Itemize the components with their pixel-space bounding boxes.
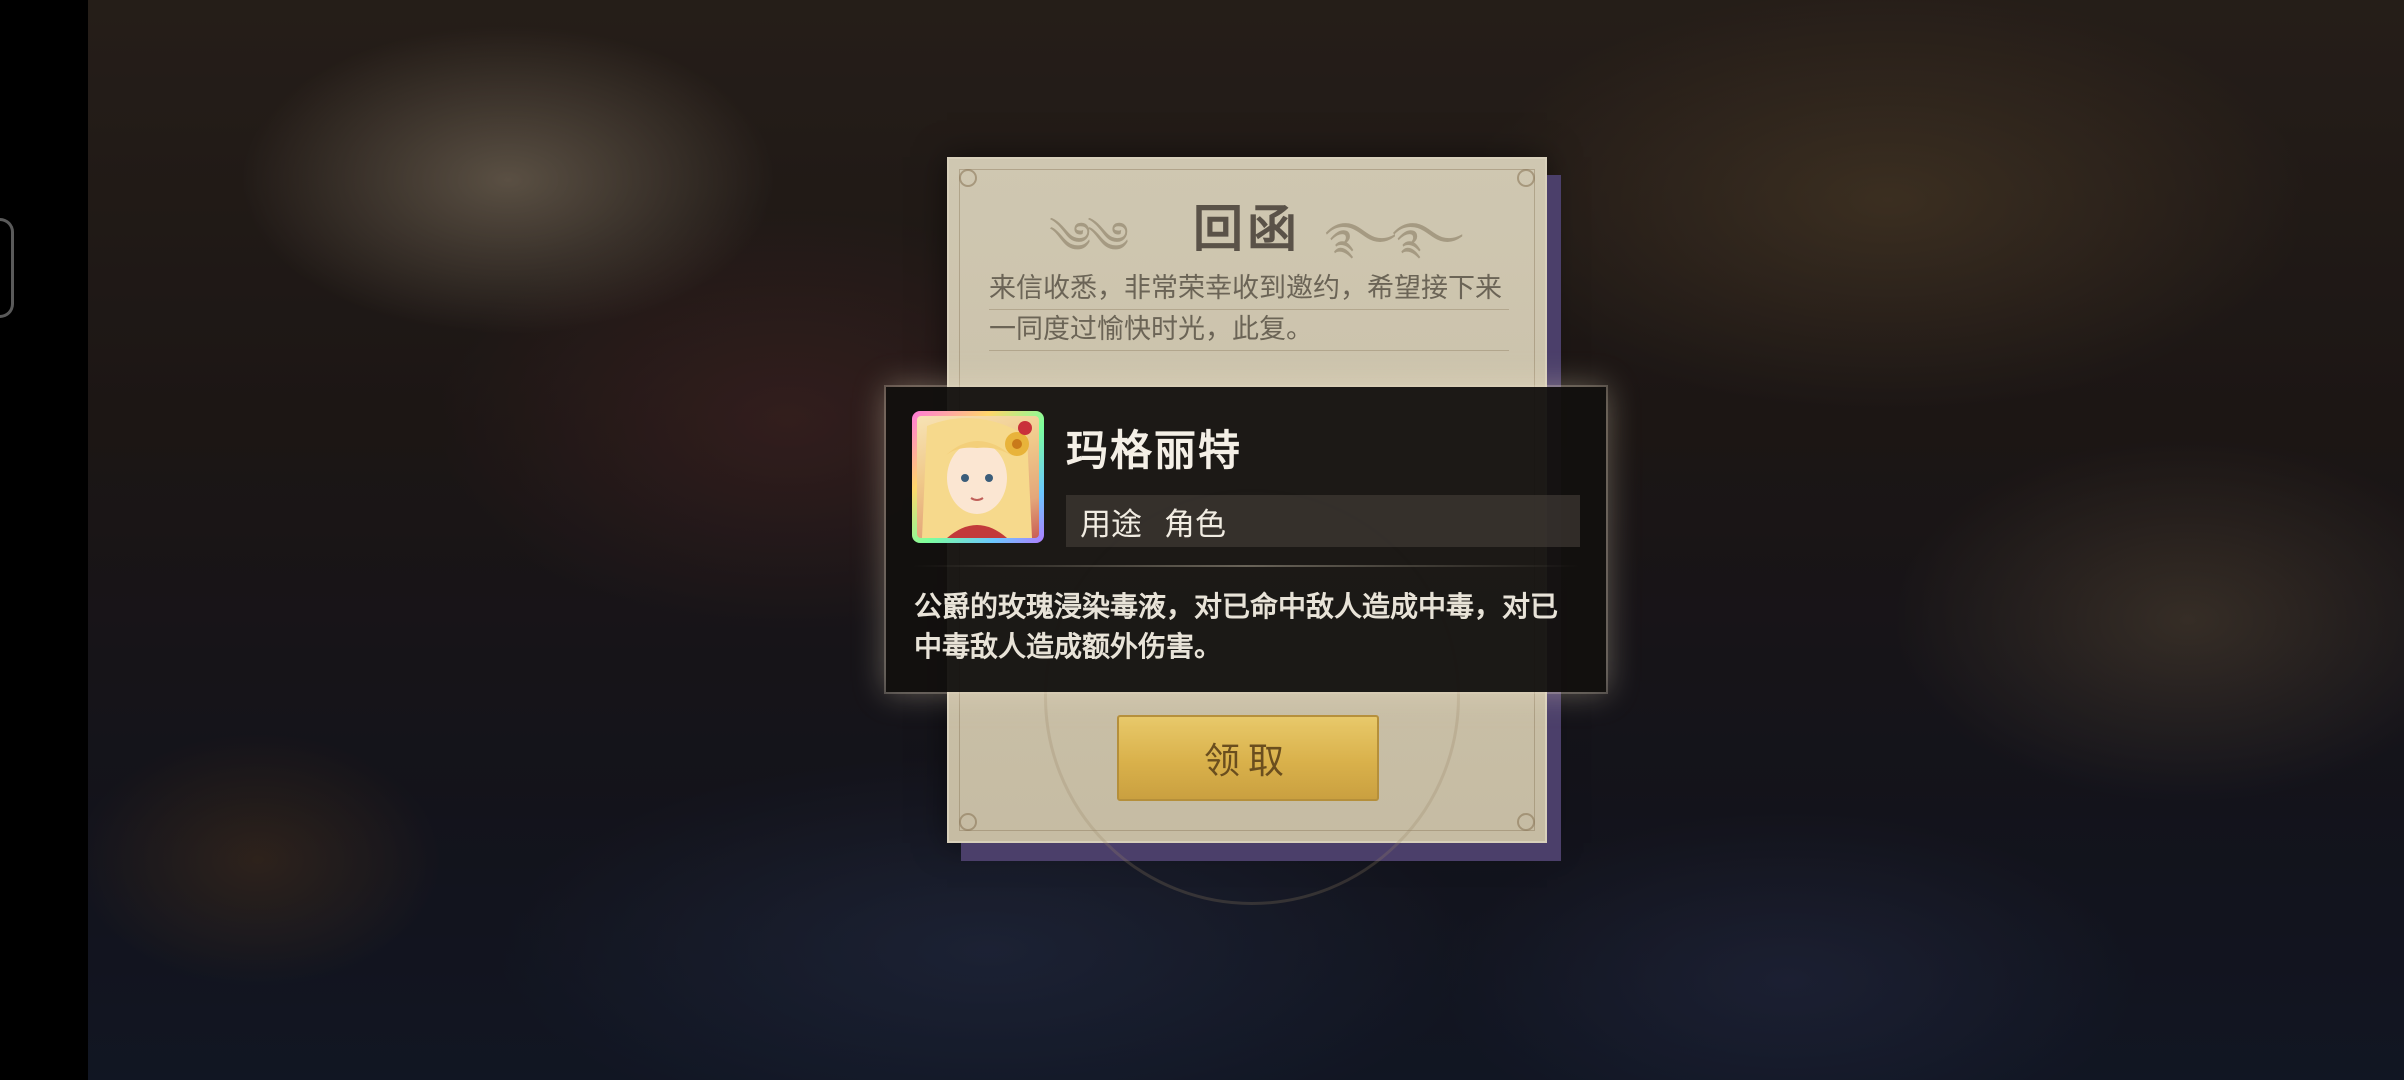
- usage-row: 用途 角色: [1066, 495, 1580, 547]
- divider: [912, 565, 1580, 567]
- letter-body-line: 来信收悉，非常荣幸收到邀约，希望接下来: [989, 269, 1509, 310]
- claim-button[interactable]: 领取: [1117, 715, 1379, 801]
- corner-ornament: [1517, 169, 1535, 187]
- character-portrait-icon: [917, 416, 1039, 538]
- item-description: 公爵的玫瑰浸染毒液，对已命中敌人造成中毒，对已中毒敌人造成额外伤害。: [914, 590, 1559, 663]
- letter-title: 回函: [1193, 199, 1301, 258]
- corner-ornament: [959, 169, 977, 187]
- letter-body-line: 一同度过愉快时光，此复。: [989, 310, 1509, 351]
- letter-body: 来信收悉，非常荣幸收到邀约，希望接下来 一同度过愉快时光，此复。: [989, 269, 1509, 351]
- side-drawer-handle[interactable]: [0, 218, 14, 318]
- corner-ornament: [959, 813, 977, 831]
- usage-value: 角色: [1164, 506, 1226, 543]
- corner-ornament: [1517, 813, 1535, 831]
- usage-label: 用途: [1080, 506, 1142, 543]
- left-black-bar: [0, 0, 88, 1080]
- item-tooltip-panel: 玛格丽特 用途 角色 公爵的玫瑰浸染毒液，对已命中敌人造成中毒，对已中毒敌人造成…: [886, 387, 1606, 692]
- character-name: 玛格丽特: [1066, 426, 1243, 475]
- character-avatar: [912, 411, 1044, 543]
